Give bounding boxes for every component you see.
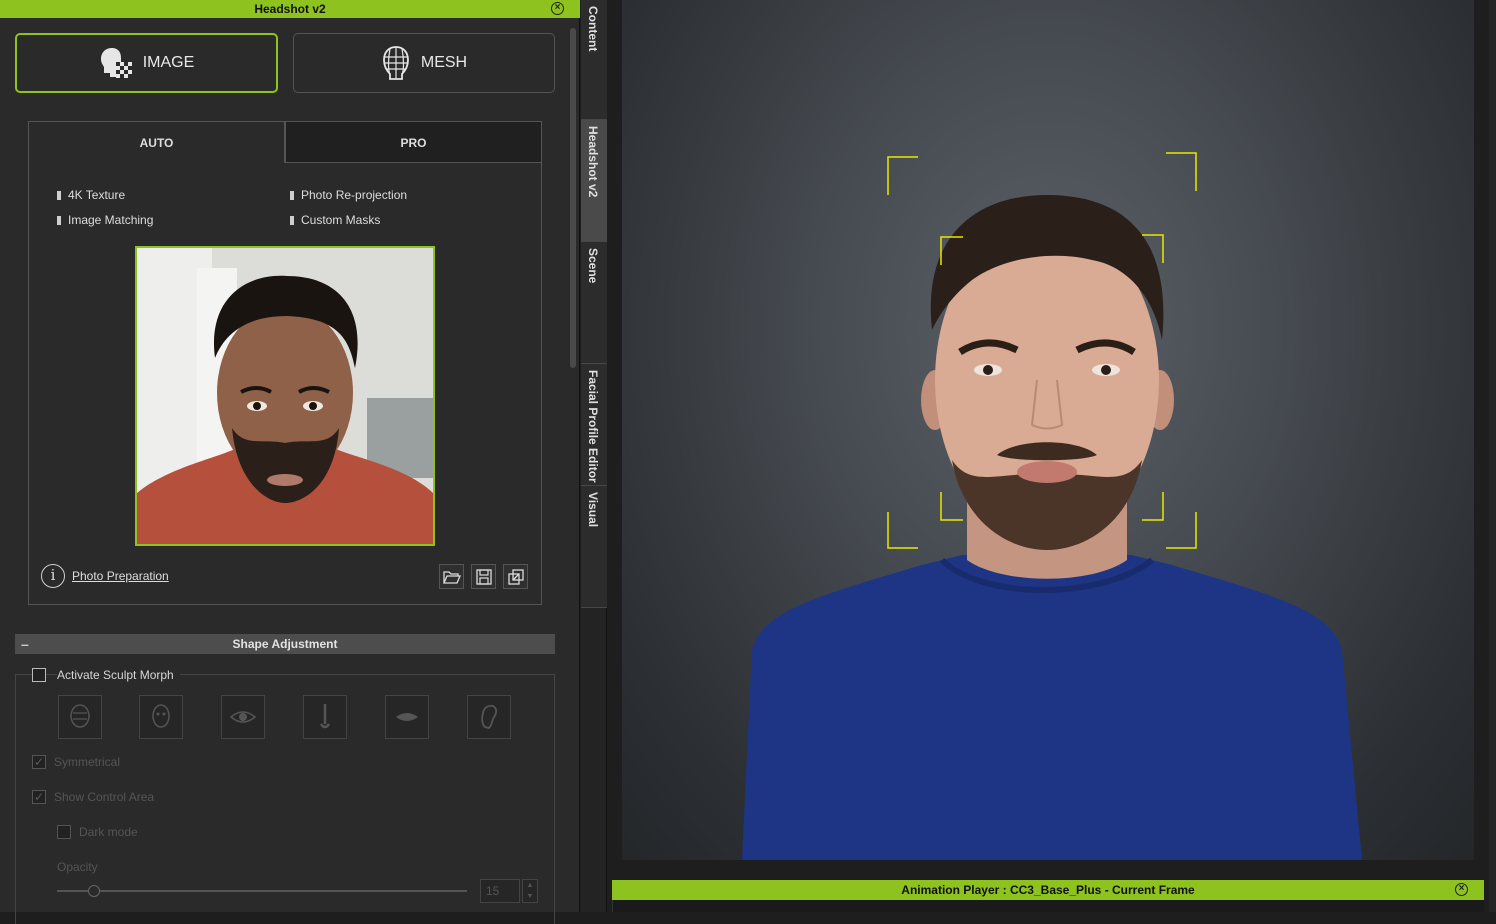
mesh-mode-label: MESH	[420, 54, 468, 71]
info-icon[interactable]: i	[41, 564, 65, 588]
tab-auto[interactable]: AUTO	[28, 121, 285, 163]
sculpt-ear-button[interactable]	[467, 695, 511, 739]
sculpt-face-button[interactable]	[139, 695, 183, 739]
tab-scene[interactable]: Scene	[581, 242, 607, 364]
bullet-icon	[57, 190, 61, 200]
save-icon	[475, 568, 492, 585]
tab-pro[interactable]: PRO	[285, 121, 542, 163]
tab-facial-profile-editor[interactable]: Facial Profile Editor	[581, 364, 607, 486]
bullet-icon	[57, 215, 61, 225]
source-photo-image	[137, 248, 433, 544]
tab-headshot-v2-label: Headshot v2	[586, 126, 600, 198]
animation-player-title: Animation Player : CC3_Base_Plus - Curre…	[901, 883, 1195, 897]
tab-visual-label: Visual	[586, 492, 600, 528]
side-tab-strip: Content Headshot v2 Scene Facial Profile…	[581, 0, 607, 912]
sculpt-nose-button[interactable]	[303, 695, 347, 739]
feature-item: Custom Masks	[290, 213, 380, 227]
animation-player-bar: Animation Player : CC3_Base_Plus - Curre…	[612, 880, 1484, 900]
feature-label: Custom Masks	[301, 213, 381, 227]
opacity-slider-thumb[interactable]	[87, 885, 100, 897]
tab-content[interactable]: Content	[581, 0, 607, 120]
animation-player-body	[612, 900, 1484, 912]
head-front-icon	[70, 704, 90, 728]
dark-mode-checkbox[interactable]	[57, 825, 71, 839]
tab-headshot-v2[interactable]: Headshot v2	[581, 120, 607, 242]
feature-item: Image Matching	[57, 213, 153, 227]
folder-open-icon	[442, 570, 461, 584]
eye-icon	[229, 711, 257, 723]
bullet-icon	[290, 215, 294, 225]
mesh-head-icon	[382, 46, 409, 80]
mesh-mode-button[interactable]: MESH	[293, 33, 555, 93]
opacity-slider-track[interactable]	[57, 890, 467, 892]
shape-adjustment-title: Shape Adjustment	[232, 637, 338, 651]
open-folder-button[interactable]	[439, 564, 464, 589]
ear-icon	[481, 704, 498, 729]
panel-scrollbar[interactable]	[570, 28, 576, 368]
photo-preparation-row: i Photo Preparation	[41, 564, 169, 588]
face-icon	[152, 704, 170, 728]
close-icon[interactable]: ×	[551, 2, 564, 15]
shape-adjustment-header[interactable]: – Shape Adjustment	[15, 634, 555, 654]
nose-icon	[319, 704, 331, 729]
activate-sculpt-morph-checkbox[interactable]	[32, 668, 46, 682]
tab-visual[interactable]: Visual	[581, 486, 607, 608]
character-render	[742, 152, 1362, 860]
feature-item: Photo Re-projection	[290, 188, 407, 202]
external-window-icon	[507, 568, 524, 585]
mode-tabs: AUTO PRO	[28, 121, 542, 163]
tab-facial-profile-editor-label: Facial Profile Editor	[586, 370, 600, 483]
bullet-icon	[290, 190, 294, 200]
show-control-area-checkbox[interactable]: ✓	[32, 790, 46, 804]
save-button[interactable]	[471, 564, 496, 589]
external-view-button[interactable]	[503, 564, 528, 589]
opacity-stepper[interactable]: ▲ ▼	[522, 879, 538, 903]
tab-content-label: Content	[586, 6, 600, 52]
image-mode-label: IMAGE	[142, 54, 195, 71]
sculpt-mouth-button[interactable]	[385, 695, 429, 739]
close-icon[interactable]: ×	[1455, 883, 1468, 896]
image-mode-button[interactable]: IMAGE	[15, 33, 278, 93]
viewport-scrollbar[interactable]	[1489, 0, 1496, 912]
tab-scene-label: Scene	[586, 248, 600, 284]
mouth-icon	[396, 713, 418, 721]
feature-label: 4K Texture	[68, 188, 126, 202]
symmetrical-checkbox[interactable]: ✓	[32, 755, 46, 769]
3d-viewport[interactable]	[622, 0, 1474, 860]
show-control-area-label: Show Control Area	[54, 790, 155, 804]
sculpt-head-button[interactable]	[58, 695, 102, 739]
symmetrical-label: Symmetrical	[54, 755, 121, 769]
sculpt-eye-button[interactable]	[221, 695, 265, 739]
collapse-icon[interactable]: –	[21, 634, 29, 654]
feature-label: Image Matching	[68, 213, 154, 227]
photo-preparation-link[interactable]: Photo Preparation	[72, 569, 169, 583]
opacity-label: Opacity	[57, 860, 98, 874]
panel-title-bar: Headshot v2 ×	[0, 0, 580, 18]
feature-item: 4K Texture	[57, 188, 125, 202]
panel-title: Headshot v2	[254, 2, 326, 16]
headshot-panel: Headshot v2 × IMAGE MESH AUTO PRO 4K Tex…	[0, 0, 580, 924]
activate-sculpt-morph-label: Activate Sculpt Morph	[57, 668, 180, 682]
feature-label: Photo Re-projection	[301, 188, 408, 202]
dark-mode-label: Dark mode	[79, 825, 138, 839]
image-head-icon	[100, 48, 132, 78]
source-photo[interactable]	[135, 246, 435, 546]
opacity-input[interactable]: 15	[480, 879, 520, 903]
